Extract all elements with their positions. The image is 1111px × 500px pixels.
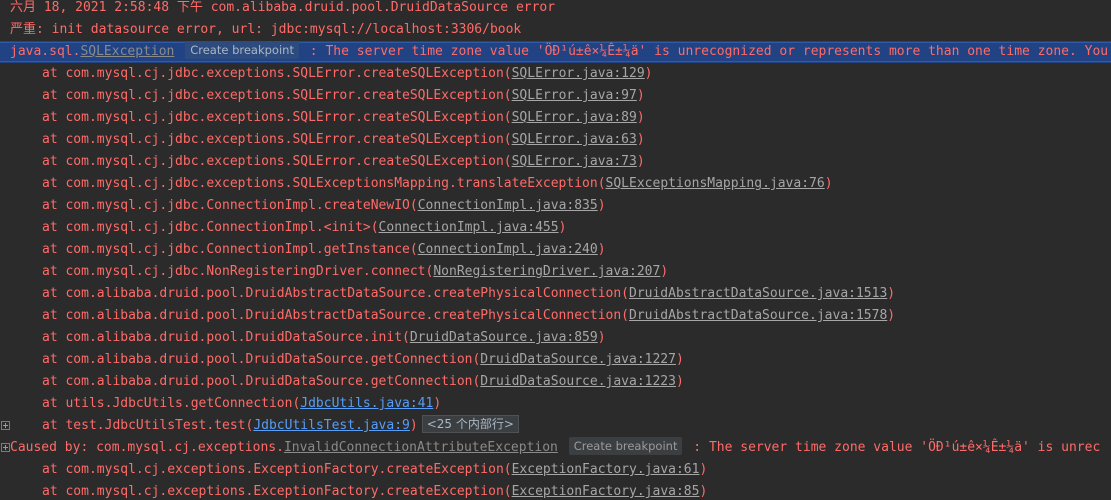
stack-frame: at com.mysql.cj.jdbc.NonRegisteringDrive… xyxy=(0,261,1111,283)
source-link[interactable]: DruidDataSource.java:859 xyxy=(410,330,598,345)
source-link[interactable]: ConnectionImpl.java:835 xyxy=(418,198,598,213)
frame-close: ) xyxy=(699,484,708,499)
stack-frame: at com.alibaba.druid.pool.DruidDataSourc… xyxy=(0,371,1111,393)
frame-method: at com.mysql.cj.exceptions.ExceptionFact… xyxy=(42,462,512,477)
frame-close: ) xyxy=(675,352,684,367)
stack-frame: at com.alibaba.druid.pool.DruidAbstractD… xyxy=(0,305,1111,327)
stack-frame: at com.mysql.cj.jdbc.exceptions.SQLError… xyxy=(0,107,1111,129)
create-breakpoint-button[interactable]: Create breakpoint xyxy=(568,437,683,455)
expand-plus-icon[interactable] xyxy=(1,443,10,452)
source-link[interactable]: NonRegisteringDriver.java:207 xyxy=(433,264,660,279)
frame-close: ) xyxy=(644,66,653,81)
source-link[interactable]: DruidDataSource.java:1223 xyxy=(480,374,676,389)
source-link[interactable]: JdbcUtils.java:41 xyxy=(300,396,433,411)
frame-close: ) xyxy=(636,154,645,169)
frame-method: at com.alibaba.druid.pool.DruidAbstractD… xyxy=(42,286,629,301)
frame-method: at com.mysql.cj.jdbc.exceptions.SQLError… xyxy=(42,132,512,147)
frame-method: at com.mysql.cj.jdbc.exceptions.SQLError… xyxy=(42,110,512,125)
frame-close: ) xyxy=(660,264,669,279)
source-link[interactable]: ConnectionImpl.java:455 xyxy=(379,220,559,235)
caused-by-line: Caused by: com.mysql.cj.exceptions.Inval… xyxy=(0,437,1111,459)
console-output[interactable]: 六月 18, 2021 2:58:48 下午 com.alibaba.druid… xyxy=(0,0,1111,500)
frame-close: ) xyxy=(824,176,833,191)
exception-line-selected[interactable]: java.sql.SQLException Create breakpoint … xyxy=(0,41,1111,63)
stack-frame: at com.mysql.cj.jdbc.exceptions.SQLError… xyxy=(0,63,1111,85)
source-link[interactable]: SQLError.java:73 xyxy=(512,154,637,169)
expand-plus-icon[interactable] xyxy=(1,421,10,430)
frame-close: ) xyxy=(699,462,708,477)
stack-frame: at com.alibaba.druid.pool.DruidDataSourc… xyxy=(0,349,1111,371)
source-link[interactable]: SQLExceptionsMapping.java:76 xyxy=(606,176,825,191)
source-link[interactable]: DruidAbstractDataSource.java:1578 xyxy=(629,308,887,323)
frame-close: ) xyxy=(887,308,896,323)
exception-class-link[interactable]: InvalidConnectionAttributeException xyxy=(284,440,558,455)
create-breakpoint-button[interactable]: Create breakpoint xyxy=(185,41,299,59)
frame-close: ) xyxy=(597,198,606,213)
stack-frame: at com.mysql.cj.exceptions.ExceptionFact… xyxy=(0,459,1111,481)
log-line-timestamp: 六月 18, 2021 2:58:48 下午 com.alibaba.druid… xyxy=(0,0,1111,19)
frame-close: ) xyxy=(558,220,567,235)
frame-method: at com.mysql.cj.jdbc.exceptions.SQLError… xyxy=(42,88,512,103)
frame-close: ) xyxy=(597,242,606,257)
frame-close: ) xyxy=(636,110,645,125)
source-link[interactable]: SQLError.java:89 xyxy=(512,110,637,125)
source-link[interactable]: JdbcUtilsTest.java:9 xyxy=(253,418,410,433)
stack-frame: at com.mysql.cj.jdbc.exceptions.SQLError… xyxy=(0,85,1111,107)
log-line-severe: 严重: init datasource error, url: jdbc:mys… xyxy=(0,19,1111,41)
frame-method: at utils.JdbcUtils.getConnection( xyxy=(42,396,301,411)
frame-method: at com.mysql.cj.jdbc.ConnectionImpl.crea… xyxy=(42,198,418,213)
frame-method: at com.alibaba.druid.pool.DruidAbstractD… xyxy=(42,308,629,323)
source-link[interactable]: ExceptionFactory.java:61 xyxy=(512,462,700,477)
source-link[interactable]: SQLError.java:63 xyxy=(512,132,637,147)
stack-frame: at com.mysql.cj.jdbc.exceptions.SQLError… xyxy=(0,151,1111,173)
source-link[interactable]: SQLError.java:129 xyxy=(512,66,645,81)
frame-method: at com.mysql.cj.jdbc.exceptions.SQLError… xyxy=(42,154,512,169)
frame-method: at com.alibaba.druid.pool.DruidDataSourc… xyxy=(42,352,481,367)
frame-method: at com.mysql.cj.jdbc.exceptions.SQLError… xyxy=(42,66,512,81)
stack-frame: at com.alibaba.druid.pool.DruidDataSourc… xyxy=(0,327,1111,349)
log-text: 严重: init datasource error, url: jdbc:mys… xyxy=(10,22,522,37)
log-text: 六月 18, 2021 2:58:48 下午 com.alibaba.druid… xyxy=(10,0,556,15)
stack-frame-with-folded: at test.JdbcUtilsTest.test(JdbcUtilsTest… xyxy=(0,415,1111,437)
frame-method: at com.mysql.cj.exceptions.ExceptionFact… xyxy=(42,484,512,499)
frame-method: at com.alibaba.druid.pool.DruidDataSourc… xyxy=(42,374,481,389)
frame-close: ) xyxy=(433,396,442,411)
frame-method: at com.mysql.cj.jdbc.ConnectionImpl.<ini… xyxy=(42,220,379,235)
exception-text: java.sql.SQLException Create breakpoint … xyxy=(10,41,1108,63)
frame-method: at com.alibaba.druid.pool.DruidDataSourc… xyxy=(42,330,410,345)
stack-frame: at com.alibaba.druid.pool.DruidAbstractD… xyxy=(0,283,1111,305)
frame-close: ) xyxy=(675,374,684,389)
frame-close: ) xyxy=(887,286,896,301)
source-link[interactable]: DruidDataSource.java:1227 xyxy=(480,352,676,367)
stack-frame: at com.mysql.cj.jdbc.ConnectionImpl.getI… xyxy=(0,239,1111,261)
source-link[interactable]: SQLError.java:97 xyxy=(512,88,637,103)
frame-close: ) xyxy=(409,418,418,433)
exception-message: : The server time zone value 'ÖÐ¹ú±ê×¼Ê±… xyxy=(301,44,1109,59)
frame-close: ) xyxy=(636,88,645,103)
exception-message: : The server time zone value 'ÖÐ¹ú±ê×¼Ê±… xyxy=(685,440,1101,455)
caused-by-prefix: Caused by: com.mysql.cj.exceptions. xyxy=(10,440,284,455)
folded-internal-lines-button[interactable]: <25 个内部行> xyxy=(421,415,519,433)
exception-class-link[interactable]: SQLException xyxy=(80,44,174,59)
source-link[interactable]: ExceptionFactory.java:85 xyxy=(512,484,700,499)
source-link[interactable]: DruidAbstractDataSource.java:1513 xyxy=(629,286,887,301)
frame-method: at com.mysql.cj.jdbc.exceptions.SQLExcep… xyxy=(42,176,606,191)
frame-method: at com.mysql.cj.jdbc.NonRegisteringDrive… xyxy=(42,264,434,279)
frame-close: ) xyxy=(636,132,645,147)
frame-method: at test.JdbcUtilsTest.test( xyxy=(42,418,254,433)
stack-frame: at com.mysql.cj.jdbc.exceptions.SQLError… xyxy=(0,129,1111,151)
stack-frame: at com.mysql.cj.jdbc.exceptions.SQLExcep… xyxy=(0,173,1111,195)
stack-frame: at com.mysql.cj.jdbc.ConnectionImpl.<ini… xyxy=(0,217,1111,239)
frame-method: at com.mysql.cj.jdbc.ConnectionImpl.getI… xyxy=(42,242,418,257)
exception-prefix: java.sql. xyxy=(10,44,81,59)
stack-frame: at com.mysql.cj.jdbc.ConnectionImpl.crea… xyxy=(0,195,1111,217)
stack-frame: at utils.JdbcUtils.getConnection(JdbcUti… xyxy=(0,393,1111,415)
stack-frame: at com.mysql.cj.exceptions.ExceptionFact… xyxy=(0,481,1111,500)
source-link[interactable]: ConnectionImpl.java:240 xyxy=(418,242,598,257)
frame-close: ) xyxy=(597,330,606,345)
